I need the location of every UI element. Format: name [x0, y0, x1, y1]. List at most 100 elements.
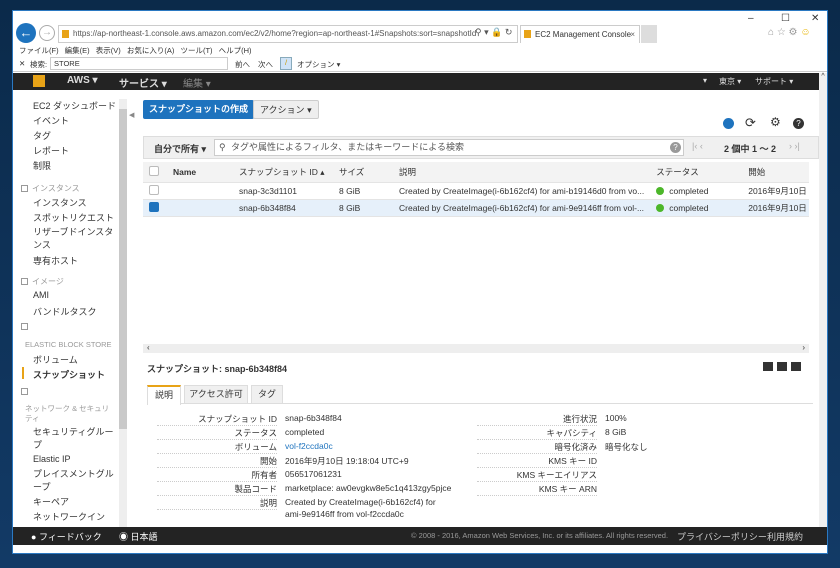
sidebar-item-network-interfaces[interactable]: ネットワークイン: [33, 510, 105, 523]
column-header-status[interactable]: ステータス: [650, 162, 743, 183]
address-bar[interactable]: https://ap-northeast-1.console.aws.amazo…: [58, 25, 518, 43]
menu-view[interactable]: 表示(V): [96, 46, 121, 55]
new-tab-button[interactable]: [641, 25, 657, 43]
menu-help[interactable]: ヘルプ(H): [219, 46, 252, 55]
region-menu[interactable]: 東京 ▾: [719, 76, 741, 87]
table-header-row: Name スナップショット ID ▴ サイズ 説明 ステータス 開始: [143, 162, 809, 183]
field-value: 056517061231: [285, 469, 342, 479]
find-input[interactable]: STORE: [50, 57, 228, 70]
sidebar-item-elastic-ip[interactable]: Elastic IP: [33, 454, 71, 464]
column-header-name[interactable]: Name: [167, 162, 233, 183]
scroll-right-icon[interactable]: ›: [802, 343, 805, 352]
home-star-gear-icons[interactable]: ⌂ ☆ ⚙ ☺: [768, 27, 811, 38]
page-scrollbar[interactable]: ^: [819, 73, 827, 527]
sidebar-collapse-ebs[interactable]: [21, 322, 32, 331]
sidebar-item-instances[interactable]: インスタンス: [33, 196, 87, 209]
back-button[interactable]: ←: [16, 23, 36, 43]
find-prev-button[interactable]: 前へ: [235, 59, 250, 70]
column-header-id[interactable]: スナップショット ID ▴: [233, 162, 333, 183]
menu-favorites[interactable]: お気に入り(A): [127, 46, 175, 55]
table-row-selected[interactable]: snap-6b348f84 8 GiB Created by CreateIma…: [143, 199, 809, 217]
sidebar-item-snapshots[interactable]: スナップショット: [33, 368, 105, 381]
status-dot-icon: [656, 186, 665, 195]
panel-layout-icons[interactable]: [763, 362, 801, 373]
table-row[interactable]: snap-3c3d1101 8 GiB Created by CreateIma…: [143, 182, 809, 200]
close-window-button[interactable]: ✕: [811, 13, 819, 24]
column-header-description[interactable]: 説明: [393, 162, 651, 183]
edit-menu[interactable]: 編集 ▾: [183, 75, 211, 90]
volume-link[interactable]: vol-f2ccda0c: [285, 441, 333, 451]
privacy-link[interactable]: プライバシーポリシー: [677, 530, 767, 543]
checkbox[interactable]: [149, 165, 159, 176]
tab-description[interactable]: 説明: [147, 385, 181, 405]
scrollbar-thumb[interactable]: [119, 109, 127, 429]
close-find-icon[interactable]: ✕: [19, 59, 25, 68]
sidebar-item-reports[interactable]: レポート: [33, 144, 69, 157]
row-checkbox[interactable]: [149, 201, 159, 212]
sidebar-item-limits[interactable]: 制限: [33, 159, 51, 172]
sidebar-item-spot-requests[interactable]: スポットリクエスト: [33, 211, 114, 224]
cell-id: snap-6b348f84: [233, 199, 333, 217]
column-header-size[interactable]: サイズ: [333, 162, 393, 183]
user-menu-caret[interactable]: ▾: [703, 76, 707, 85]
table-horizontal-scrollbar[interactable]: ‹ ›: [143, 343, 809, 353]
sidebar-item-placement-groups[interactable]: プレイスメントグループ: [33, 468, 117, 494]
search-icon: ⚲: [219, 142, 226, 152]
aws-logo-icon[interactable]: [33, 75, 45, 87]
sidebar-item-ami[interactable]: AMI: [33, 290, 49, 300]
scroll-left-icon[interactable]: ‹: [147, 343, 150, 352]
field-label: キャパシティ: [477, 427, 597, 440]
menu-tools[interactable]: ツール(T): [180, 46, 212, 55]
row-checkbox[interactable]: [149, 184, 159, 195]
browser-tab[interactable]: EC2 Management Console ×: [520, 25, 640, 43]
sidebar-item-security-groups[interactable]: セキュリティグループ: [33, 426, 117, 452]
sidebar-section-images[interactable]: イメージ: [21, 276, 64, 287]
sidebar-item-tags[interactable]: タグ: [33, 129, 51, 142]
actions-button[interactable]: アクション ▾: [253, 100, 319, 119]
sidebar-item-reserved-instances[interactable]: リザーブドインスタンス: [33, 226, 115, 252]
close-tab-icon[interactable]: ×: [630, 26, 635, 43]
column-header-started[interactable]: 開始: [742, 162, 809, 183]
chat-icon[interactable]: [723, 118, 734, 129]
sidebar-item-dashboard[interactable]: EC2 ダッシュボード: [33, 99, 116, 112]
forward-button[interactable]: →: [39, 25, 55, 41]
owner-label: 自分で所有: [154, 144, 200, 154]
search-refresh-icons[interactable]: ⚲ ▾ 🔒 ↻: [475, 27, 512, 38]
owner-filter-dropdown[interactable]: 自分で所有 ▾: [154, 142, 206, 155]
tab-tags[interactable]: タグ: [251, 385, 283, 404]
find-next-button[interactable]: 次へ: [258, 59, 273, 70]
filter-help-icon[interactable]: ?: [670, 142, 681, 153]
options-button[interactable]: オプション ▾: [297, 59, 340, 70]
help-icon[interactable]: ?: [793, 118, 804, 129]
select-all-checkbox[interactable]: [143, 162, 167, 183]
sidebar-item-key-pairs[interactable]: キーペア: [33, 495, 69, 508]
menu-edit[interactable]: 編集(E): [65, 46, 90, 55]
cell-size: 8 GiB: [333, 182, 393, 200]
feedback-button[interactable]: ● フィードバック: [31, 530, 102, 543]
settings-icon[interactable]: ⚙: [770, 115, 781, 129]
language-button[interactable]: ◉ 日本語: [119, 530, 158, 543]
first-page-button[interactable]: |‹ ‹: [692, 141, 703, 151]
collapse-sidebar-icon[interactable]: ◀: [129, 111, 134, 119]
support-menu[interactable]: サポート ▾: [755, 76, 793, 87]
filter-input[interactable]: ⚲ タグや属性によるフィルタ、またはキーワードによる検索: [214, 139, 684, 156]
sidebar-scrollbar[interactable]: [119, 99, 127, 527]
services-menu[interactable]: サービス ▾: [119, 75, 167, 90]
menu-file[interactable]: ファイル(F): [19, 46, 59, 55]
tab-permissions[interactable]: アクセス許可: [184, 385, 248, 404]
refresh-icon[interactable]: ⟳: [745, 115, 756, 131]
sidebar-section-instances[interactable]: インスタンス: [21, 183, 80, 194]
highlight-icon[interactable]: /: [280, 57, 292, 70]
sidebar-item-dedicated-hosts[interactable]: 専有ホスト: [33, 254, 78, 267]
aws-menu[interactable]: AWS ▾: [67, 75, 98, 86]
next-page-button[interactable]: › ›|: [789, 141, 800, 151]
sidebar-item-bundle-tasks[interactable]: バンドルタスク: [33, 305, 96, 318]
sidebar-collapse-network[interactable]: [21, 387, 32, 396]
terms-link[interactable]: 利用規約: [767, 530, 803, 543]
collapse-icon: [21, 388, 28, 395]
sidebar-item-events[interactable]: イベント: [33, 114, 69, 127]
sidebar-item-volumes[interactable]: ボリューム: [33, 353, 78, 366]
minimize-button[interactable]: –: [748, 13, 754, 24]
maximize-button[interactable]: ☐: [781, 13, 790, 24]
create-snapshot-button[interactable]: スナップショットの作成: [143, 100, 255, 119]
